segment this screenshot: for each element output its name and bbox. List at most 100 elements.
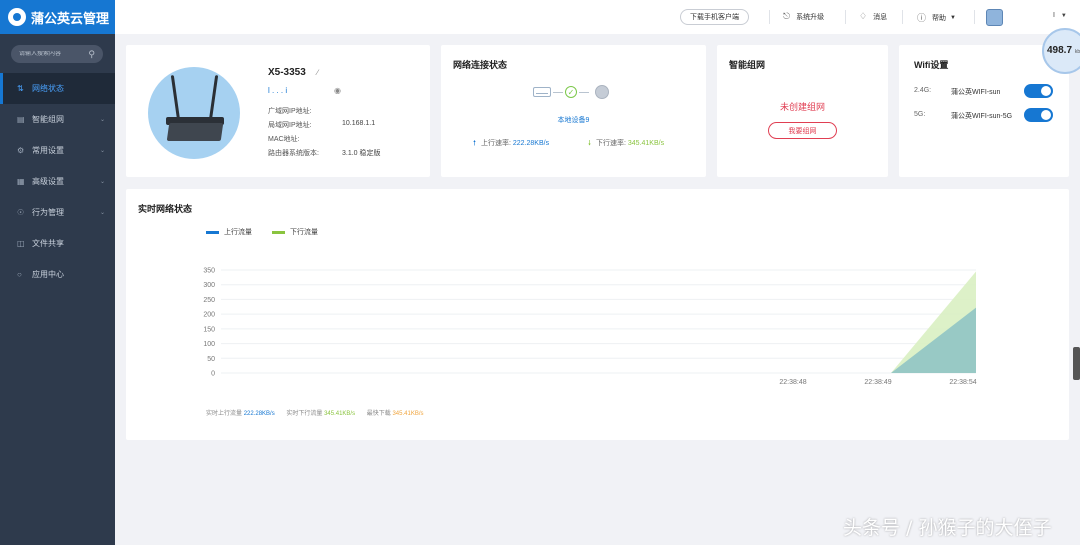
stat-peak-label: 最快下载 (366, 411, 391, 417)
link-line (579, 91, 589, 93)
sidebar-item-advanced-settings[interactable]: ▦ 高级设置 ⌄ (0, 166, 115, 197)
help-menu[interactable]: ⓘ 帮助 ▼ (917, 11, 956, 24)
wifi-ssid-24g: 蒲公英WIFI-sun (951, 89, 1001, 96)
advanced-settings-icon: ▦ (17, 177, 25, 186)
router-image (148, 67, 240, 159)
download-client-button[interactable]: 下载手机客户端 (680, 9, 749, 25)
device-name: l . . . i (268, 86, 288, 95)
sidebar-item-app-center[interactable]: ○ 应用中心 (0, 259, 115, 290)
help-label: 帮助 (932, 14, 947, 22)
sidebar-item-behavior[interactable]: ☉ 行为管理 ⌄ (0, 197, 115, 228)
device-model: X5-3353 (268, 67, 306, 78)
gear-icon: ⚙ (17, 146, 25, 155)
app-center-icon: ○ (17, 270, 22, 279)
topbar: 下载手机客户端 ⎋ 系统升级 ♢ 消息 ⓘ 帮助 ▼ I ▼ (115, 0, 1080, 34)
user-menu[interactable]: I ▼ (1053, 12, 1067, 19)
realtime-chart-card: 实时网络状态 上行流量 下行流量 0 50 100 150 200 250 300 350 22… (126, 189, 1069, 440)
sidebar-item-label: 网络状态 (32, 84, 64, 93)
sidebar-nav: ⇅ 网络状态 ▤ 智能组网 ⌄ ⚙ 常用设置 ⌄ ▦ 高级设置 ⌄ ☉ 行为管理… (0, 73, 115, 290)
create-mesh-button[interactable]: 我要组网 (768, 122, 837, 139)
caret-down-icon: ▼ (950, 14, 956, 21)
caret-down-icon: ▼ (1060, 13, 1067, 19)
divider (845, 10, 846, 24)
mesh-status: 未创建组网 (779, 102, 825, 112)
brand[interactable]: 蒲公英云管理 (0, 0, 115, 34)
folder-icon: ◫ (17, 239, 25, 248)
lan-ip-value: 10.168.1.1 (342, 120, 376, 127)
speed-bubble[interactable]: 498.7 kb (1042, 28, 1080, 74)
network-topology: ✓ (533, 85, 609, 99)
speed-bubble-value: 498.7 (1047, 45, 1073, 56)
download-rate: 🠗 下行速率: 345.41KB/s (588, 138, 664, 150)
sidebar-item-label: 高级设置 (32, 177, 64, 186)
search-input[interactable] (19, 51, 89, 57)
sidebar-item-network-status[interactable]: ⇅ 网络状态 (0, 73, 115, 104)
wifi-band-24g: 2.4G: (914, 87, 932, 94)
x-tick-label: 22:38:48 (779, 379, 806, 386)
y-tick-label: 350 (203, 268, 215, 275)
router-icon (533, 87, 551, 97)
wifi-card: Wifi设置 2.4G: 蒲公英WIFI-sun 5G: 蒲公英WIFI-sun… (899, 45, 1069, 177)
y-tick-label: 200 (203, 312, 215, 319)
y-tick-label: 0 (211, 371, 215, 378)
help-icon: ⓘ (917, 13, 927, 23)
messages-button[interactable]: ♢ 消息 (859, 11, 887, 22)
connected-check-icon: ✓ (565, 86, 577, 98)
mesh-icon: ▤ (17, 115, 25, 124)
eye-icon[interactable]: ◉ (334, 86, 341, 95)
brand-title: 蒲公英云管理 (31, 10, 110, 26)
stat-down-value: 345.41KB/s (324, 411, 356, 417)
chevron-down-icon: ⌄ (99, 210, 105, 216)
sidebar-item-label: 文件共享 (32, 239, 64, 248)
edit-icon[interactable]: ∕ (317, 68, 318, 77)
device-card: X5-3353 ∕ l . . . i ◉ 广域网IP地址: 局域网IP地址: … (126, 45, 430, 177)
sidebar-item-file-share[interactable]: ◫ 文件共享 (0, 228, 115, 259)
y-tick-label: 250 (203, 297, 215, 304)
y-tick-label: 50 (207, 356, 215, 363)
download-arrow-icon: 🠗 (588, 140, 592, 147)
speed-bubble-unit: kb (1074, 49, 1080, 55)
sidebar-item-mesh[interactable]: ▤ 智能组网 ⌄ (0, 104, 115, 135)
stat-down-label: 实时下行流量 (286, 411, 323, 417)
sidebar: 蒲公英云管理 ⚲ ⇅ 网络状态 ▤ 智能组网 ⌄ ⚙ 常用设置 ⌄ ▦ 高级设置… (0, 0, 115, 545)
download-rate-label: 下行速率: (595, 140, 626, 147)
network-icon: ⇅ (17, 84, 24, 93)
upload-arrow-icon: 🠕 (473, 140, 477, 147)
firmware-value: 3.1.0 稳定版 (342, 150, 381, 157)
sidebar-item-label: 常用设置 (32, 146, 64, 155)
side-panel-handle[interactable] (1073, 347, 1080, 380)
traffic-chart: 0 50 100 150 200 250 300 350 22:38:48 22:38:49 22:… (203, 268, 976, 387)
sidebar-item-common-settings[interactable]: ⚙ 常用设置 ⌄ (0, 135, 115, 166)
sidebar-search: ⚲ (11, 45, 103, 63)
system-upgrade-button[interactable]: ⎋ 系统升级 (783, 11, 824, 22)
user-label: I (1053, 12, 1055, 19)
upload-rate: 🠕 上行速率: 222.28KB/s (473, 138, 549, 150)
divider (769, 10, 770, 24)
router-body (166, 123, 224, 141)
avatar[interactable] (986, 9, 1003, 26)
wifi-24g-toggle[interactable] (1024, 84, 1053, 98)
wifi-5g-toggle[interactable] (1024, 108, 1053, 122)
mesh-title: 智能组网 (729, 60, 766, 70)
divider (974, 10, 975, 24)
y-tick-label: 100 (203, 341, 215, 348)
search-icon[interactable]: ⚲ (88, 49, 95, 60)
mesh-card: 智能组网 未创建组网 我要组网 (717, 45, 888, 177)
chevron-down-icon: ⌄ (99, 117, 105, 123)
sidebar-item-label: 行为管理 (32, 208, 64, 217)
divider (902, 10, 903, 24)
traffic-stats: 实时上行流量 222.28KB/s 实时下行流量 345.41KB/s 最快下载… (206, 408, 424, 417)
wifi-band-5g: 5G: (914, 111, 926, 118)
x-tick-label: 22:38:49 (864, 379, 891, 386)
wifi-ssid-5g: 蒲公英WIFI-sun-5G (951, 113, 1013, 120)
stat-peak-value: 345.41KB/s (392, 411, 424, 417)
antenna (208, 75, 219, 121)
bell-icon: ⎋ (783, 11, 791, 21)
mac-label: MAC地址: (268, 136, 300, 143)
chevron-down-icon: ⌄ (99, 179, 105, 185)
behavior-icon: ☉ (17, 208, 25, 217)
download-rate-value: 345.41KB/s (627, 140, 665, 147)
local-devices-link[interactable]: 本地设备9 (441, 115, 706, 125)
speed-bubble-text: 498.7 kb (1047, 45, 1080, 56)
sidebar-item-label: 应用中心 (32, 270, 64, 279)
